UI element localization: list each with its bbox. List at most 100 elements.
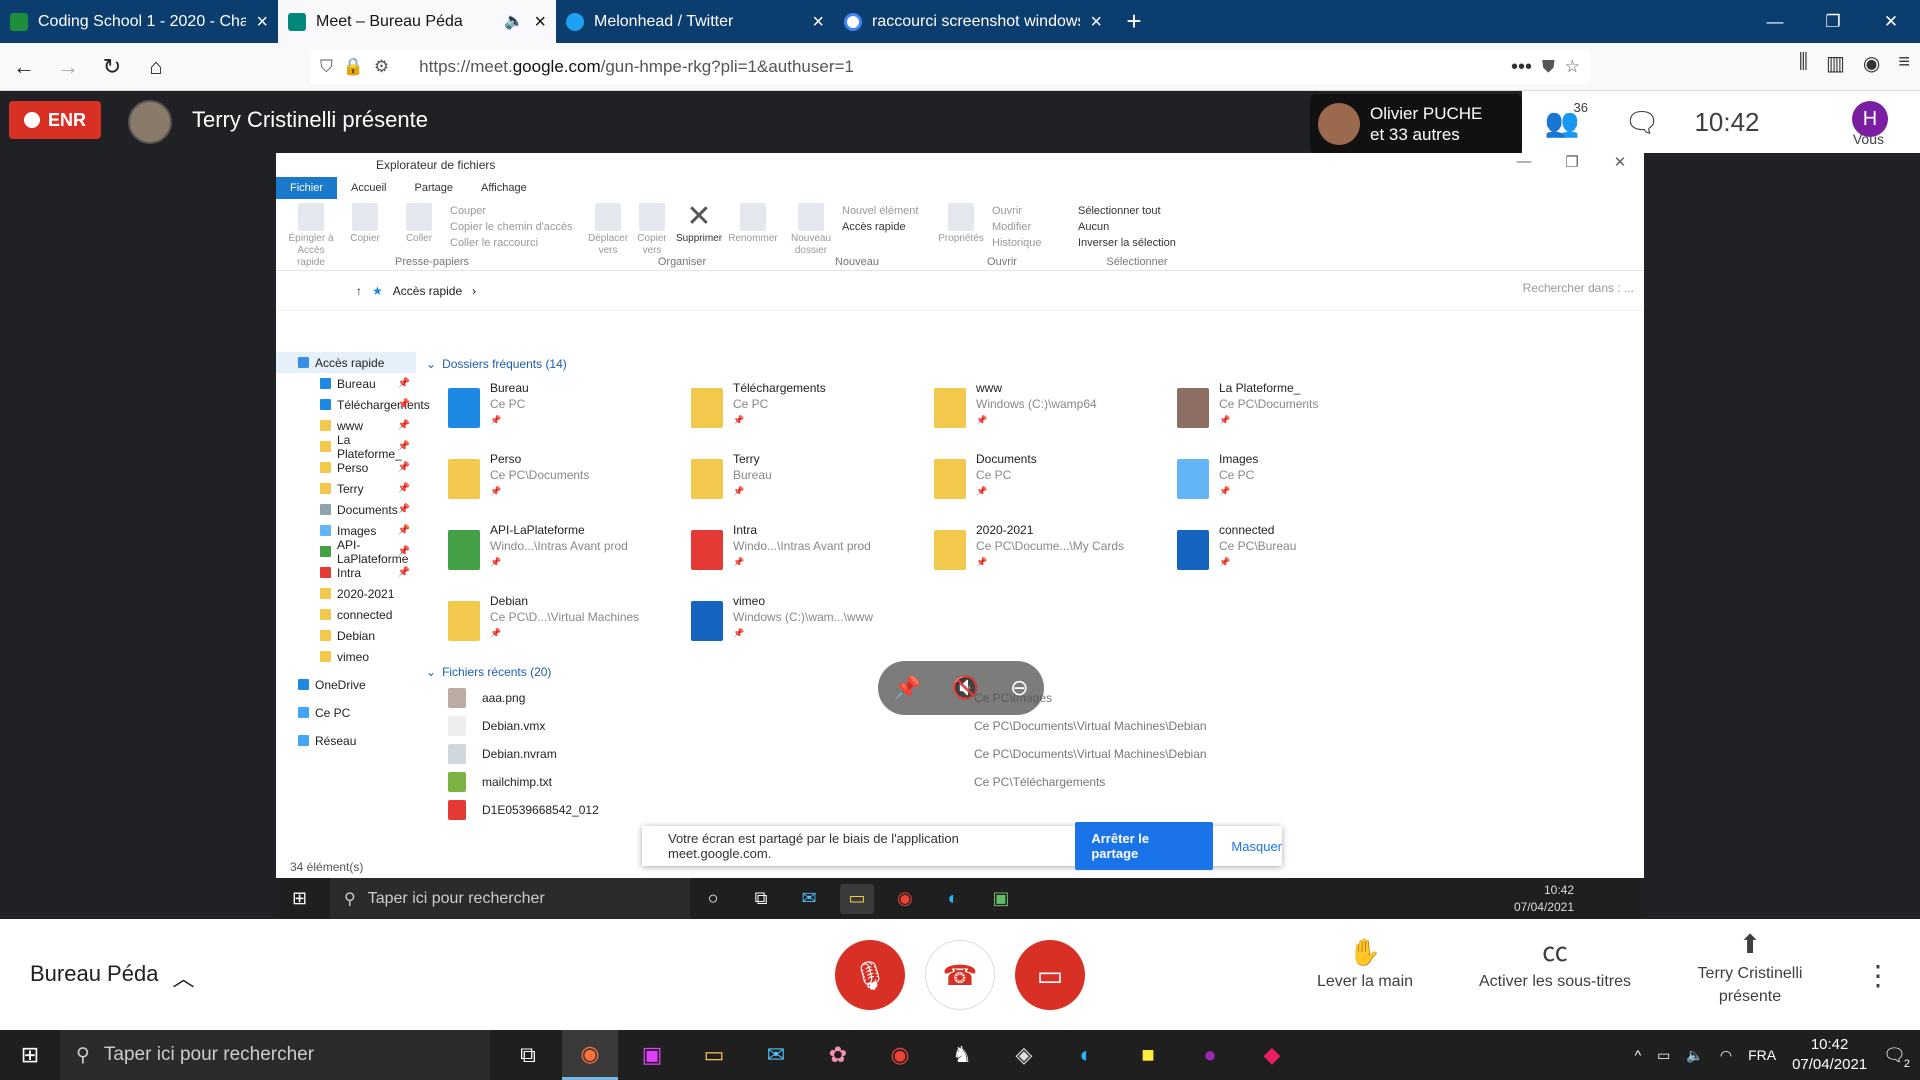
pin-icon[interactable]: 📌 [893, 675, 920, 701]
folder-tile[interactable]: Documents Ce PC 📌 [934, 451, 1177, 514]
nav-item[interactable]: Réseau [276, 730, 416, 751]
captions-button[interactable]: ㏄ Activer les sous-titres [1460, 939, 1650, 993]
mute-speaker-icon[interactable]: 🔇 [952, 675, 979, 701]
nav-item[interactable]: 2020-2021 [276, 583, 416, 604]
close-tab-icon[interactable]: × [812, 12, 824, 32]
chrome-icon[interactable]: ◉ [872, 1030, 928, 1080]
new-tab-button[interactable]: + [1112, 0, 1156, 43]
start-button[interactable]: ⊞ [0, 1030, 60, 1080]
nav-item[interactable]: Debian [276, 625, 416, 646]
close-window-icon[interactable]: ✕ [1862, 0, 1920, 43]
history-button[interactable]: Historique [992, 237, 1042, 249]
unity-icon[interactable]: ◈ [996, 1030, 1052, 1080]
remove-icon[interactable]: ⊖ [1010, 675, 1028, 701]
tab-partage[interactable]: Partage [400, 177, 467, 199]
library-icon[interactable]: ⫼ [1799, 51, 1808, 76]
nav-item[interactable]: connected [276, 604, 416, 625]
close-tab-icon[interactable]: × [1090, 12, 1102, 32]
presenting-button[interactable]: ⬆ Terry Cristinelli présente [1680, 931, 1820, 1008]
folder-tile[interactable]: Terry Bureau 📌 [691, 451, 934, 514]
recent-file-row[interactable]: Debian.nvram Ce PC\Documents\Virtual Mach… [420, 740, 1630, 768]
discord-icon[interactable]: ▣ [624, 1030, 680, 1080]
copy-path-button[interactable]: Copier le chemin d'accès [450, 221, 573, 233]
sidebar-icon[interactable]: ▥ [1826, 51, 1845, 76]
up-arrow-icon[interactable]: ↑ [356, 284, 362, 298]
address-bar[interactable]: ↑ ★ Accès rapide › Rechercher dans : ... [276, 271, 1644, 311]
bookmark-star-icon[interactable]: ☆ [1565, 57, 1580, 77]
move-to-button[interactable]: Déplacer vers [588, 203, 628, 257]
pocket-icon[interactable]: ⛊ [1542, 57, 1555, 77]
menu-icon[interactable]: ≡ [1898, 51, 1910, 76]
volume-icon[interactable]: 🔈 [1686, 1047, 1703, 1064]
notifications-icon[interactable]: 🗨 2 [1883, 1045, 1910, 1070]
nav-item[interactable]: Documents 📌 [276, 499, 416, 520]
nav-item[interactable]: Bureau 📌 [276, 373, 416, 394]
chat-button[interactable]: 🗨 [1602, 106, 1682, 139]
properties-button[interactable]: Propriétés [938, 203, 984, 245]
wamp-icon[interactable]: ◆ [1244, 1030, 1300, 1080]
taskbar-search[interactable]: ⚲ Taper ici pour rechercher [60, 1030, 490, 1080]
nav-item[interactable]: API-LaPlateforme 📌 [276, 538, 416, 566]
folder-tile[interactable]: Téléchargements Ce PC 📌 [691, 380, 934, 443]
forward-button[interactable]: → [48, 47, 88, 87]
nav-item[interactable]: vimeo [276, 646, 416, 667]
select-none-button[interactable]: Aucun [1078, 221, 1176, 233]
recent-file-row[interactable]: mailchimp.txt Ce PC\Téléchargements [420, 768, 1630, 796]
cut-button[interactable]: Couper [450, 205, 573, 217]
language-indicator[interactable]: FRA [1748, 1047, 1776, 1063]
paint-icon[interactable]: ✿ [810, 1030, 866, 1080]
folder-tile[interactable]: vimeo Windows (C:)\wam...\www 📌 [691, 593, 934, 656]
battery-icon[interactable]: ▭ [1657, 1047, 1670, 1064]
new-item-button[interactable]: Nouvel élément [842, 205, 918, 217]
tab-meet[interactable]: Meet – Bureau Péda 🔈 × [278, 0, 556, 43]
folder-tile[interactable]: www Windows (C:)\wamp64 📌 [934, 380, 1177, 443]
raise-hand-button[interactable]: ✋ Lever la main [1300, 939, 1430, 993]
more-icon[interactable]: ••• [1511, 56, 1532, 79]
recent-file-row[interactable]: Debian.vmx Ce PC\Documents\Virtual Machin… [420, 712, 1630, 740]
camera-button[interactable]: ▭ [1015, 940, 1085, 1010]
folder-tile[interactable]: Perso Ce PC\Documents 📌 [448, 451, 691, 514]
minimize-icon[interactable]: — [1746, 0, 1804, 43]
folder-tile[interactable]: Images Ce PC 📌 [1177, 451, 1420, 514]
close-icon[interactable]: ✕ [1596, 153, 1644, 171]
folder-tile[interactable]: Debian Ce PC\D...\Virtual Machines 📌 [448, 593, 691, 656]
recent-file-row[interactable]: D1E0539668542_012 [420, 796, 1630, 824]
close-tab-icon[interactable]: × [256, 12, 268, 32]
back-button[interactable]: ← [4, 47, 44, 87]
copy-to-button[interactable]: Copier vers [636, 203, 668, 257]
vscode-icon[interactable]: ◐ [1058, 1030, 1114, 1080]
nav-item[interactable]: Ce PC [276, 702, 416, 723]
folder-tile[interactable]: connected Ce PC\Bureau 📌 [1177, 522, 1420, 585]
speaker-icon[interactable]: 🔈 [504, 13, 524, 30]
nav-item[interactable]: Perso 📌 [276, 457, 416, 478]
folder-tile[interactable]: Intra Windo...\Intras Avant prod 📌 [691, 522, 934, 585]
invert-selection-button[interactable]: Inverser la sélection [1078, 237, 1176, 249]
minimize-icon[interactable]: — [1500, 153, 1548, 171]
leave-call-button[interactable]: ☎ [925, 940, 995, 1010]
nav-item[interactable]: Accès rapide [276, 352, 416, 373]
tab-affichage[interactable]: Affichage [467, 177, 541, 199]
delete-button[interactable]: ✕ Supprimer [676, 202, 722, 245]
breadcrumb[interactable]: Accès rapide [393, 284, 462, 298]
permissions-icon[interactable]: ⚙ [374, 57, 389, 77]
restore-icon[interactable]: ❐ [1804, 0, 1862, 43]
meeting-details-button[interactable]: Bureau Péda ︿ [30, 961, 194, 993]
copy-button[interactable]: Copier [342, 203, 388, 245]
edit-button[interactable]: Modifier [992, 221, 1042, 233]
reload-button[interactable]: ↻ [92, 47, 132, 87]
tab-fichier[interactable]: Fichier [276, 177, 338, 199]
nav-item[interactable]: Terry 📌 [276, 478, 416, 499]
home-button[interactable]: ⌂ [136, 47, 176, 87]
new-folder-button[interactable]: Nouveau dossier [788, 203, 834, 257]
stop-sharing-button[interactable]: Arrêter le partage [1075, 822, 1214, 870]
paste-button[interactable]: Coller [396, 203, 442, 245]
restore-icon[interactable]: ❐ [1548, 153, 1596, 171]
more-options-icon[interactable]: ⋮ [1864, 959, 1892, 992]
taskbar-clock[interactable]: 10:42 07/04/2021 [1792, 1035, 1867, 1075]
tab-google[interactable]: raccourci screenshot windows × [834, 0, 1112, 43]
file-explorer-icon[interactable]: ▭ [686, 1030, 742, 1080]
nav-item[interactable]: Téléchargements 📌 [276, 394, 430, 415]
url-bar[interactable]: ⛉ 🔒 ⚙ https://meet.google.com/gun-hmpe-r… [310, 50, 1590, 84]
tab-accueil[interactable]: Accueil [337, 177, 400, 199]
select-all-button[interactable]: Sélectionner tout [1078, 205, 1176, 217]
